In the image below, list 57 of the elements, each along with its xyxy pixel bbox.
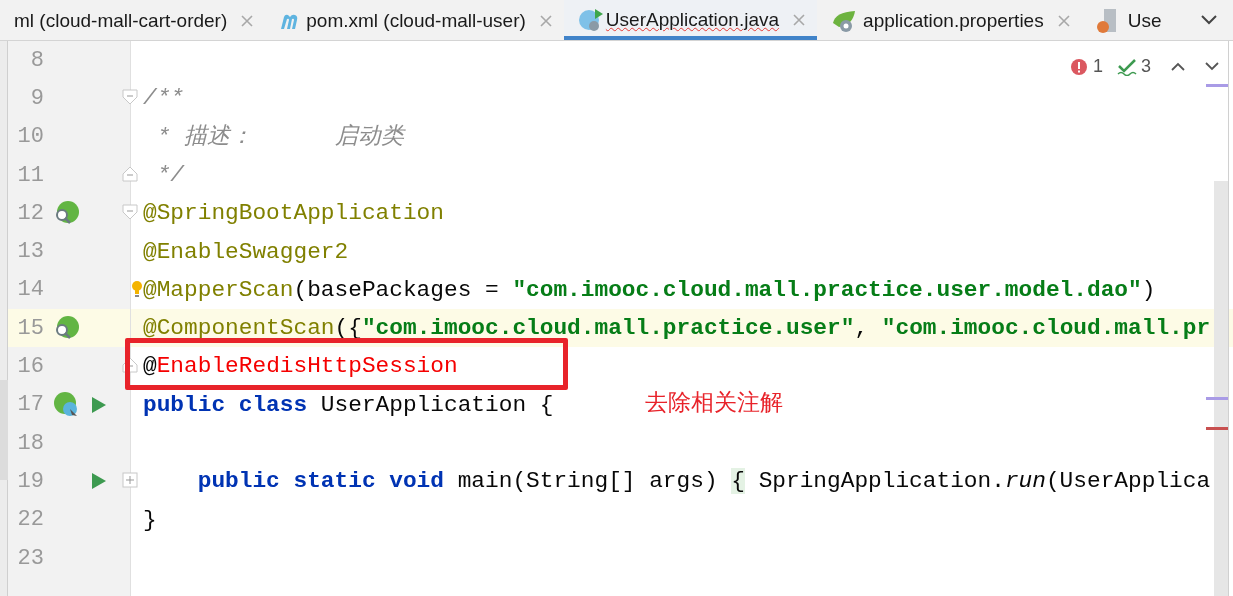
line-number: 8 (29, 46, 44, 75)
editor-tab[interactable]: ml (cloud-mall-cart-order) (0, 0, 266, 40)
line-number: 17 (16, 391, 44, 420)
scrollbar[interactable] (1214, 181, 1228, 596)
bean-search-icon[interactable] (53, 316, 79, 341)
scroll-marker (1206, 427, 1228, 430)
chevron-down-icon[interactable] (1201, 15, 1217, 25)
code-line: public class UserApplication { (143, 390, 554, 420)
line-number: 19 (16, 467, 44, 496)
line-number: 18 (16, 429, 44, 458)
code-line: public static void main(String[] args) { SpringApplication.run(UserApplica (196, 467, 1211, 497)
annotation-note: 去除相关注解 (645, 388, 783, 417)
code-line: @SpringBootApplication (143, 199, 444, 229)
line-number: 14 (16, 276, 44, 305)
close-icon[interactable] (793, 14, 806, 26)
previous-icon[interactable] (1171, 62, 1185, 71)
fold-marker-icon[interactable] (122, 165, 138, 182)
code-line: @EnableRedisHttpSession (143, 352, 458, 382)
close-icon[interactable] (1057, 15, 1070, 27)
bean-search-icon[interactable] (53, 201, 79, 226)
check-icon (1117, 57, 1137, 76)
close-icon[interactable] (241, 15, 254, 27)
line-number: 10 (16, 123, 44, 152)
bean-class-icon[interactable] (53, 391, 79, 418)
scroll-marker (1206, 84, 1228, 87)
code-line: * 描述： 启动类 (155, 122, 405, 152)
editor-tab[interactable]: application.properties (817, 0, 1082, 40)
code-line: } (143, 505, 157, 535)
fold-marker-icon[interactable] (122, 204, 138, 221)
error-count[interactable]: 1 (1070, 53, 1103, 80)
class-icon (577, 8, 604, 32)
line-number: 22 (16, 506, 44, 535)
code-line: @EnableSwagger2 (143, 237, 349, 267)
code-line: */ (155, 160, 185, 190)
line-number: 15 (16, 314, 44, 343)
next-icon[interactable] (1205, 62, 1219, 71)
fold-marker-icon[interactable] (122, 89, 138, 106)
line-number: 13 (16, 238, 44, 267)
line-number: 23 (16, 544, 44, 573)
fold-marker-icon[interactable] (122, 472, 138, 489)
warning-count[interactable]: 3 (1117, 53, 1151, 80)
code-line: @MapperScan(basePackages = "com.imooc.cloud.mall.practice.user.model.dao") (143, 275, 1156, 305)
error-icon (1070, 58, 1087, 75)
run-icon[interactable] (91, 395, 107, 414)
line-number: 12 (16, 199, 44, 228)
scroll-marker (1206, 397, 1228, 400)
editor-tab[interactable]: Use (1081, 0, 1174, 40)
run-icon[interactable] (91, 472, 107, 491)
line-number: 16 (16, 353, 44, 381)
editor-tab[interactable]: UserApplication.java (563, 0, 818, 40)
editor-tab[interactable]: pom.xml (cloud-mall-user) (265, 0, 564, 40)
code-line: /** (143, 84, 185, 114)
line-number: 9 (29, 84, 44, 113)
fold-marker-icon[interactable] (122, 357, 138, 374)
lightbulb-icon[interactable] (132, 280, 142, 297)
close-icon[interactable] (539, 15, 552, 27)
line-number: 11 (16, 161, 44, 190)
